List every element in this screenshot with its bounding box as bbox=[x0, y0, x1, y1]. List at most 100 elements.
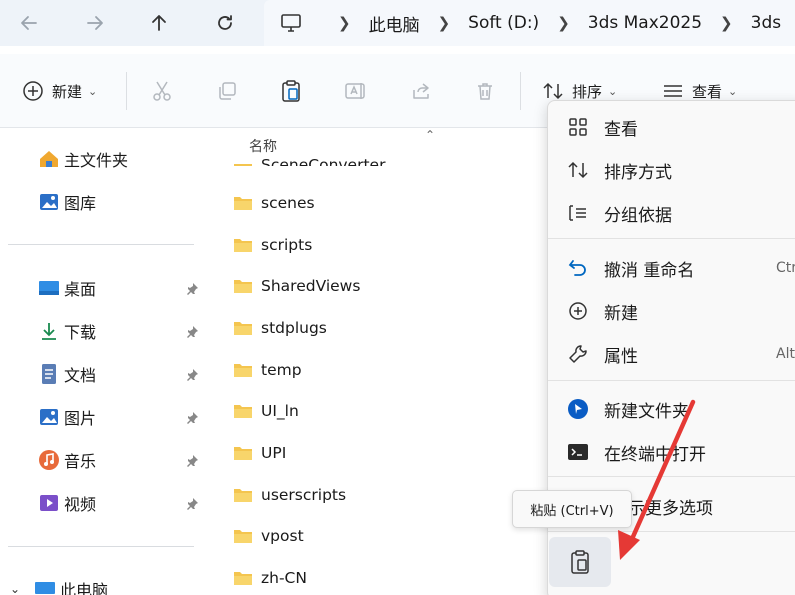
list-view-icon bbox=[664, 85, 682, 97]
monitor-icon bbox=[281, 14, 301, 32]
scissors-icon bbox=[153, 81, 171, 101]
pin-icon[interactable] bbox=[185, 282, 199, 296]
menu-item-sort-by[interactable]: 排序方式 bbox=[566, 155, 795, 185]
sidebar-item-label: 主文件夹 bbox=[64, 151, 129, 170]
sidebar-item-label: 图片 bbox=[64, 409, 97, 428]
file-name: scenes bbox=[261, 194, 315, 212]
rename-button[interactable] bbox=[344, 54, 368, 128]
share-icon bbox=[413, 83, 429, 99]
clipboard-icon bbox=[282, 80, 300, 102]
breadcrumb-drive[interactable]: Soft (D:) bbox=[468, 13, 539, 33]
list-item[interactable]: stdplugs bbox=[233, 314, 533, 342]
navigation-bar: ❯ 此电脑 ❯ Soft (D:) ❯ 3ds Max2025 ❯ 3ds bbox=[0, 0, 795, 46]
menu-item-show-more-options[interactable]: 示更多选项 bbox=[628, 491, 795, 521]
sidebar-item-label: 文档 bbox=[64, 366, 97, 385]
menu-item-label: 新建文件夹 bbox=[604, 401, 689, 422]
gallery-icon bbox=[38, 191, 60, 213]
delete-button[interactable] bbox=[474, 54, 496, 128]
menu-separator bbox=[548, 531, 795, 532]
breadcrumb-3ds[interactable]: 3ds bbox=[751, 13, 781, 33]
back-button[interactable] bbox=[14, 8, 44, 38]
menu-item-undo-rename[interactable]: 撤消 重命名 Ctr bbox=[566, 253, 795, 283]
list-item[interactable]: SharedViews bbox=[233, 272, 533, 300]
sidebar-item-home[interactable]: 主文件夹 bbox=[38, 144, 198, 174]
menu-item-new[interactable]: 新建 bbox=[566, 296, 795, 326]
sidebar-item-gallery[interactable]: 图库 bbox=[38, 187, 198, 217]
shortcut-text: Ctr bbox=[776, 260, 795, 276]
file-name: zh-CN bbox=[261, 569, 307, 587]
chevron-down-icon: ⌄ bbox=[88, 84, 98, 98]
paste-tooltip: 粘贴 (Ctrl+V) bbox=[512, 490, 632, 528]
group-list-icon bbox=[566, 201, 590, 225]
list-item[interactable]: SceneConverter bbox=[233, 150, 533, 166]
file-name: temp bbox=[261, 361, 302, 379]
list-item[interactable]: UPI bbox=[233, 439, 533, 467]
folder-icon bbox=[233, 487, 253, 503]
video-icon bbox=[38, 492, 60, 514]
picture-icon bbox=[38, 406, 60, 428]
list-item[interactable]: vpost bbox=[233, 522, 533, 550]
sidebar-item-music[interactable]: 音乐 bbox=[38, 445, 198, 475]
breadcrumb-this-pc[interactable]: 此电脑 bbox=[369, 11, 420, 36]
sidebar-divider bbox=[8, 244, 194, 245]
menu-item-view[interactable]: 查看 bbox=[566, 112, 795, 142]
menu-item-new-folder[interactable]: 新建文件夹 bbox=[566, 394, 795, 424]
arrow-right-icon bbox=[87, 16, 103, 30]
list-item[interactable]: zh-CN bbox=[233, 564, 533, 592]
pin-icon[interactable] bbox=[185, 411, 199, 425]
list-item[interactable]: scenes bbox=[233, 189, 533, 217]
chevron-right-icon: ❯ bbox=[437, 14, 451, 32]
document-icon bbox=[38, 363, 60, 385]
forward-button[interactable] bbox=[80, 8, 110, 38]
address-bar[interactable]: ❯ 此电脑 ❯ Soft (D:) ❯ 3ds Max2025 ❯ 3ds bbox=[264, 0, 795, 46]
pin-icon[interactable] bbox=[185, 497, 199, 511]
sidebar-item-documents[interactable]: 文档 bbox=[38, 359, 198, 389]
desktop-icon bbox=[38, 277, 60, 299]
pin-icon[interactable] bbox=[185, 368, 199, 382]
list-item[interactable]: UI_ln bbox=[233, 397, 533, 425]
chevron-down-icon[interactable]: ⌄ bbox=[10, 582, 34, 595]
refresh-button[interactable] bbox=[210, 8, 240, 38]
menu-item-label: 查看 bbox=[604, 119, 638, 140]
list-item[interactable]: scripts bbox=[233, 231, 533, 259]
new-button[interactable]: 新建 ⌄ bbox=[22, 54, 97, 128]
sidebar-item-videos[interactable]: 视频 bbox=[38, 488, 198, 518]
chevron-down-icon: ⌄ bbox=[608, 84, 618, 98]
list-item[interactable]: temp bbox=[233, 356, 533, 384]
toolbar-divider bbox=[520, 72, 521, 110]
menu-item-label: 分组依据 bbox=[604, 205, 672, 226]
sidebar-item-label: 下载 bbox=[64, 323, 97, 342]
up-button[interactable] bbox=[144, 8, 174, 38]
menu-item-group-by[interactable]: 分组依据 bbox=[566, 198, 795, 228]
menu-item-label: 示更多选项 bbox=[628, 498, 713, 519]
sidebar-item-downloads[interactable]: 下载 bbox=[38, 316, 198, 346]
paste-button[interactable] bbox=[549, 537, 611, 587]
menu-item-properties[interactable]: 属性 Alt bbox=[566, 339, 795, 369]
toolbar-divider bbox=[126, 72, 127, 110]
menu-item-open-terminal[interactable]: 在终端中打开 bbox=[566, 437, 795, 467]
sidebar-item-pictures[interactable]: 图片 bbox=[38, 402, 198, 432]
plus-circle-icon bbox=[566, 299, 590, 323]
share-button[interactable] bbox=[410, 54, 432, 128]
pin-icon[interactable] bbox=[185, 325, 199, 339]
file-name: userscripts bbox=[261, 486, 347, 504]
music-icon bbox=[38, 449, 60, 471]
computer-icon bbox=[34, 578, 56, 595]
cut-button[interactable] bbox=[150, 54, 174, 128]
breadcrumb-3dsmax[interactable]: 3ds Max2025 bbox=[588, 13, 702, 33]
sort-label: 排序 bbox=[572, 82, 603, 101]
sidebar-item-desktop[interactable]: 桌面 bbox=[38, 273, 198, 303]
list-item[interactable]: userscripts bbox=[233, 481, 533, 509]
sort-icon bbox=[543, 82, 563, 100]
file-name: UI_ln bbox=[261, 402, 299, 420]
rename-icon bbox=[345, 83, 365, 99]
sidebar-item-this-pc[interactable]: ⌄ 此电脑 bbox=[10, 574, 200, 595]
menu-item-label: 属性 bbox=[604, 346, 638, 367]
copy-button[interactable] bbox=[216, 54, 238, 128]
pin-icon[interactable] bbox=[185, 454, 199, 468]
chevron-right-icon: ❯ bbox=[557, 14, 570, 32]
menu-item-label: 撤消 重命名 bbox=[604, 260, 695, 281]
paste-toolbar-button[interactable] bbox=[280, 54, 302, 128]
menu-separator bbox=[548, 476, 795, 477]
folder-icon bbox=[233, 278, 253, 294]
